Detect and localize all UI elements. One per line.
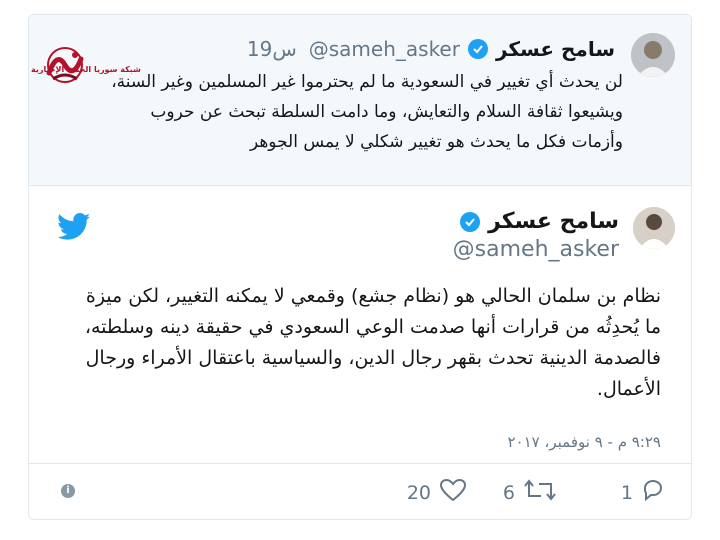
watermark-text: شبكة سوريا الحدث الإخبارية bbox=[31, 65, 141, 74]
previous-tweet[interactable]: شبكة سوريا الحدث الإخبارية سامح عسكر @sa… bbox=[29, 15, 691, 186]
previous-tweet-header: سامح عسكر @sameh_asker 19س bbox=[247, 37, 615, 61]
author-name[interactable]: سامح عسكر bbox=[488, 209, 619, 234]
author-handle[interactable]: @sameh_asker bbox=[453, 237, 619, 262]
tweet-text: نظام بن سلمان الحالي هو (نظام جشع) وقمعي… bbox=[84, 285, 661, 400]
avatar[interactable] bbox=[633, 207, 675, 249]
reply-button[interactable]: 1 bbox=[621, 478, 667, 507]
author-name[interactable]: سامح عسكر bbox=[496, 37, 615, 61]
previous-tweet-text: لن يحدث أي تغيير في السعودية ما لم يحترم… bbox=[111, 72, 623, 152]
retweet-count: 6 bbox=[502, 481, 515, 504]
verified-badge-icon bbox=[460, 211, 481, 232]
author-handle[interactable]: @sameh_asker bbox=[309, 37, 460, 61]
info-icon[interactable]: i bbox=[61, 484, 75, 498]
twitter-bird-icon[interactable] bbox=[57, 213, 91, 241]
retweet-button[interactable]: 6 bbox=[503, 478, 557, 507]
like-count: 20 bbox=[406, 481, 431, 504]
tweet-card: شبكة سوريا الحدث الإخبارية سامح عسكر @sa… bbox=[28, 14, 692, 520]
tweet-header: سامح عسكر bbox=[460, 209, 619, 234]
reply-count: 1 bbox=[620, 481, 633, 504]
avatar[interactable] bbox=[631, 33, 675, 77]
like-button[interactable]: 20 bbox=[407, 478, 467, 507]
reply-icon bbox=[641, 478, 667, 507]
tweet-timestamp[interactable]: ٩:٢٩ م - ٩ نوفمبر، ٢٠١٧ bbox=[508, 433, 662, 451]
tweet-time[interactable]: 19س bbox=[247, 37, 297, 61]
retweet-icon bbox=[523, 478, 557, 507]
verified-badge-icon bbox=[467, 39, 488, 59]
tweet-actions: i 1 6 20 bbox=[29, 463, 691, 514]
like-icon bbox=[439, 478, 467, 507]
